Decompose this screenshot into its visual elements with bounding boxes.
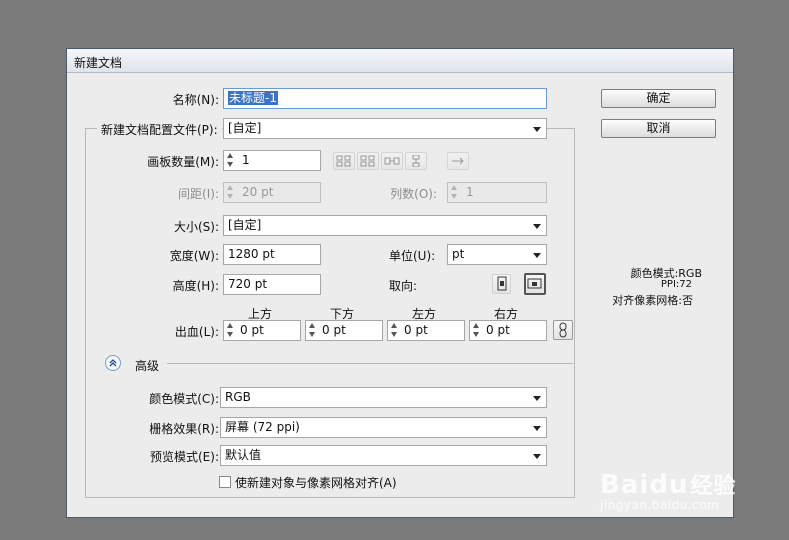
name-value: 未标题-1 xyxy=(228,91,278,105)
chevron-down-icon xyxy=(533,253,541,258)
collapse-icon[interactable] xyxy=(105,355,121,371)
arrange-by-column-icon[interactable] xyxy=(405,152,427,170)
advanced-divider xyxy=(167,363,573,364)
bleed-right-stepper[interactable]: 0 pt xyxy=(469,320,547,341)
preview-mode-select[interactable]: 默认值 xyxy=(220,445,547,466)
orientation-label: 取向: xyxy=(389,279,418,293)
width-input[interactable]: 1280 pt xyxy=(223,244,321,265)
name-input[interactable]: 未标题-1 xyxy=(223,88,547,109)
color-mode-value: RGB xyxy=(225,390,251,404)
columns-label: 列数(O): xyxy=(390,187,437,201)
dialog-title: 新建文档 xyxy=(74,56,123,70)
arrange-grid-by-row-icon[interactable] xyxy=(333,152,355,170)
align-pixel-grid-label: 使新建对象与像素网格对齐(A) xyxy=(235,476,397,490)
color-mode-label: 颜色模式(C): xyxy=(149,392,219,406)
summary-pixel-grid: 对齐像素网格:否 xyxy=(612,294,693,307)
size-label: 大小(S): xyxy=(173,220,219,234)
bleed-left-stepper[interactable]: 0 pt xyxy=(387,320,465,341)
bleed-left-value: 0 pt xyxy=(404,323,428,337)
align-pixel-grid-checkbox[interactable] xyxy=(219,476,231,488)
landscape-icon[interactable] xyxy=(524,273,546,295)
watermark-url: jingyan.baidu.com xyxy=(600,498,720,512)
raster-effects-select[interactable]: 屏幕 (72 ppi) xyxy=(220,417,547,438)
cancel-button[interactable]: 取消 xyxy=(601,119,716,138)
spinner-icon[interactable] xyxy=(471,322,482,339)
bleed-top-value: 0 pt xyxy=(240,323,264,337)
spinner-icon[interactable] xyxy=(307,322,318,339)
spacing-label: 间距(I): xyxy=(178,187,219,201)
height-input[interactable]: 720 pt xyxy=(223,274,321,295)
right-to-left-icon[interactable] xyxy=(447,152,469,170)
size-select[interactable]: [自定] xyxy=(223,215,547,236)
arrange-by-row-icon[interactable] xyxy=(381,152,403,170)
artboards-stepper[interactable]: 1 xyxy=(223,150,321,171)
chevron-down-icon xyxy=(533,127,541,132)
columns-value: 1 xyxy=(466,185,474,199)
summary-ppi: PPI:72 xyxy=(660,279,692,290)
size-value: [自定] xyxy=(228,218,262,232)
chevron-down-icon xyxy=(533,426,541,431)
watermark-cn: 经验 xyxy=(690,474,737,499)
spinner-icon[interactable] xyxy=(225,322,236,339)
bleed-right-value: 0 pt xyxy=(486,323,510,337)
units-value: pt xyxy=(452,247,465,261)
portrait-icon[interactable] xyxy=(492,274,511,294)
spinner-icon[interactable] xyxy=(449,184,460,201)
units-label: 单位(U): xyxy=(389,249,436,263)
profile-label: 新建文档配置文件(P): xyxy=(97,121,222,138)
link-icon[interactable] xyxy=(553,320,573,340)
color-mode-select[interactable]: RGB xyxy=(220,387,547,408)
ok-button[interactable]: 确定 xyxy=(601,89,716,108)
spacing-value: 20 pt xyxy=(242,185,274,199)
spinner-icon[interactable] xyxy=(225,184,236,201)
profile-select[interactable]: [自定] xyxy=(223,118,547,139)
preview-mode-label: 预览模式(E): xyxy=(150,450,219,464)
raster-effects-value: 屏幕 (72 ppi) xyxy=(225,420,300,434)
height-label: 高度(H): xyxy=(172,279,219,293)
spinner-icon[interactable] xyxy=(225,152,236,169)
watermark: Baidu经验 jingyan.baidu.com xyxy=(600,468,736,512)
units-select[interactable]: pt xyxy=(447,244,547,265)
artboards-label: 画板数量(M): xyxy=(147,155,219,169)
spinner-icon[interactable] xyxy=(389,322,400,339)
chevron-down-icon xyxy=(533,454,541,459)
chevron-down-icon xyxy=(533,396,541,401)
width-label: 宽度(W): xyxy=(169,249,219,263)
chevron-down-icon xyxy=(533,224,541,229)
artboards-value: 1 xyxy=(242,153,250,167)
watermark-brand: Baidu xyxy=(600,470,689,500)
new-document-dialog: 新建文档 名称(N): 未标题-1 确定 取消 新建文档配置文件(P): [自定… xyxy=(66,48,734,518)
bleed-top-stepper[interactable]: 0 pt xyxy=(223,320,301,341)
title-bar[interactable]: 新建文档 xyxy=(67,49,733,73)
bleed-label: 出血(L): xyxy=(174,325,219,339)
preview-mode-value: 默认值 xyxy=(225,448,262,462)
arrange-grid-by-column-icon[interactable] xyxy=(357,152,379,170)
bleed-bottom-stepper[interactable]: 0 pt xyxy=(305,320,383,341)
columns-stepper[interactable]: 1 xyxy=(447,182,547,203)
raster-effects-label: 栅格效果(R): xyxy=(149,422,219,436)
bleed-bottom-value: 0 pt xyxy=(322,323,346,337)
spacing-stepper[interactable]: 20 pt xyxy=(223,182,321,203)
name-label: 名称(N): xyxy=(172,93,219,107)
advanced-label: 高级 xyxy=(135,359,160,373)
profile-value: [自定] xyxy=(228,121,262,135)
